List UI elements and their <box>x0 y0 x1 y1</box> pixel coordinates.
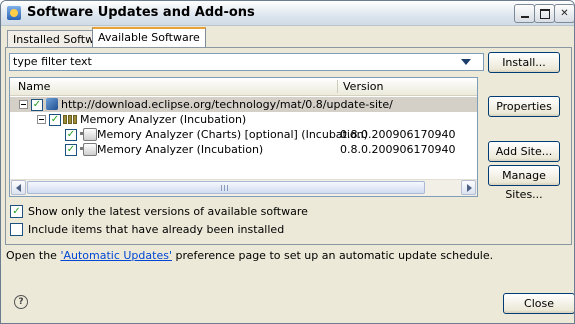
automatic-updates-link[interactable]: 'Automatic Updates' <box>60 249 172 262</box>
collapse-icon[interactable] <box>19 100 28 109</box>
scroll-right-button[interactable] <box>461 180 476 195</box>
minimize-button[interactable] <box>514 4 535 23</box>
include-installed-label: Include items that have already been ins… <box>28 223 285 236</box>
arrow-left-icon <box>16 184 21 192</box>
plugin-checkbox[interactable]: ✓ <box>65 129 77 141</box>
include-installed-checkbox[interactable] <box>10 222 23 236</box>
tree-row-plugin[interactable]: ✓ Memory Analyzer (Incubation) 0.8.0.200… <box>10 142 477 157</box>
column-separator[interactable] <box>337 80 338 93</box>
footer-prefix: Open the <box>6 249 61 262</box>
plugin-checkbox[interactable]: ✓ <box>65 144 77 156</box>
app-icon <box>7 6 21 20</box>
column-version-header[interactable]: Version <box>343 80 383 93</box>
tab-available-software[interactable]: Available Software <box>92 27 206 49</box>
scrollbar-thumb[interactable] <box>27 181 425 194</box>
footer-suffix: preference page to set up an automatic u… <box>171 249 494 262</box>
scroll-left-button[interactable] <box>11 180 26 195</box>
plugin-icon <box>80 128 97 141</box>
plugin-label: Memory Analyzer (Incubation) <box>97 143 264 156</box>
window-close-button[interactable]: ✕ <box>554 4 574 23</box>
maximize-button[interactable] <box>534 4 555 23</box>
help-icon[interactable]: ? <box>14 295 28 309</box>
filter-dropdown-icon[interactable] <box>461 59 471 65</box>
manage-sites-button[interactable]: Manage Sites... <box>488 165 560 201</box>
window-title: Software Updates and Add-ons <box>27 5 255 20</box>
tree-row-site[interactable]: ✓ http://download.eclipse.org/technology… <box>10 97 477 112</box>
feature-group-icon <box>63 114 79 124</box>
close-icon: ✕ <box>560 8 569 19</box>
feature-group-checkbox[interactable]: ✓ <box>49 114 61 126</box>
title-bar: Software Updates and Add-ons ✕ <box>1 1 574 26</box>
include-installed-option[interactable]: Include items that have already been ins… <box>10 222 285 237</box>
column-name-header[interactable]: Name <box>18 80 50 93</box>
software-tree[interactable]: Name Version ✓ http://download.eclipse.o… <box>9 77 478 197</box>
filter-input[interactable]: type filter text <box>9 53 484 71</box>
tree-row-plugin[interactable]: ✓ Memory Analyzer (Charts) [optional] (I… <box>10 127 477 142</box>
plugin-label: Memory Analyzer (Charts) [optional] (Inc… <box>97 128 368 141</box>
grip-icon <box>221 185 229 191</box>
tree-header: Name Version <box>10 78 477 96</box>
site-url-label: http://download.eclipse.org/technology/m… <box>61 98 393 111</box>
footer-message: Open the 'Automatic Updates' preference … <box>6 249 493 262</box>
arrow-right-icon <box>467 184 472 192</box>
close-button[interactable]: Close <box>503 293 574 314</box>
maximize-icon <box>539 8 550 19</box>
site-checkbox[interactable]: ✓ <box>31 99 43 111</box>
add-site-button[interactable]: Add Site... <box>488 141 560 162</box>
tree-row-feature-group[interactable]: ✓ Memory Analyzer (Incubation) <box>10 112 477 127</box>
latest-only-checkbox[interactable]: ✓ <box>10 204 23 218</box>
horizontal-scrollbar[interactable] <box>10 179 477 196</box>
minimize-icon <box>520 15 529 18</box>
update-site-icon <box>46 98 58 110</box>
feature-group-label: Memory Analyzer (Incubation) <box>80 113 247 126</box>
dialog-window: Software Updates and Add-ons ✕ Installed… <box>0 0 575 324</box>
latest-only-label: Show only the latest versions of availab… <box>28 205 308 218</box>
plugin-version: 0.8.0.200906170940 <box>340 128 456 141</box>
install-button[interactable]: Install... <box>488 52 560 73</box>
latest-only-option[interactable]: ✓ Show only the latest versions of availa… <box>10 204 308 219</box>
properties-button[interactable]: Properties <box>488 96 560 117</box>
plugin-version: 0.8.0.200906170940 <box>340 143 456 156</box>
collapse-icon[interactable] <box>37 115 46 124</box>
plugin-icon <box>80 143 97 156</box>
